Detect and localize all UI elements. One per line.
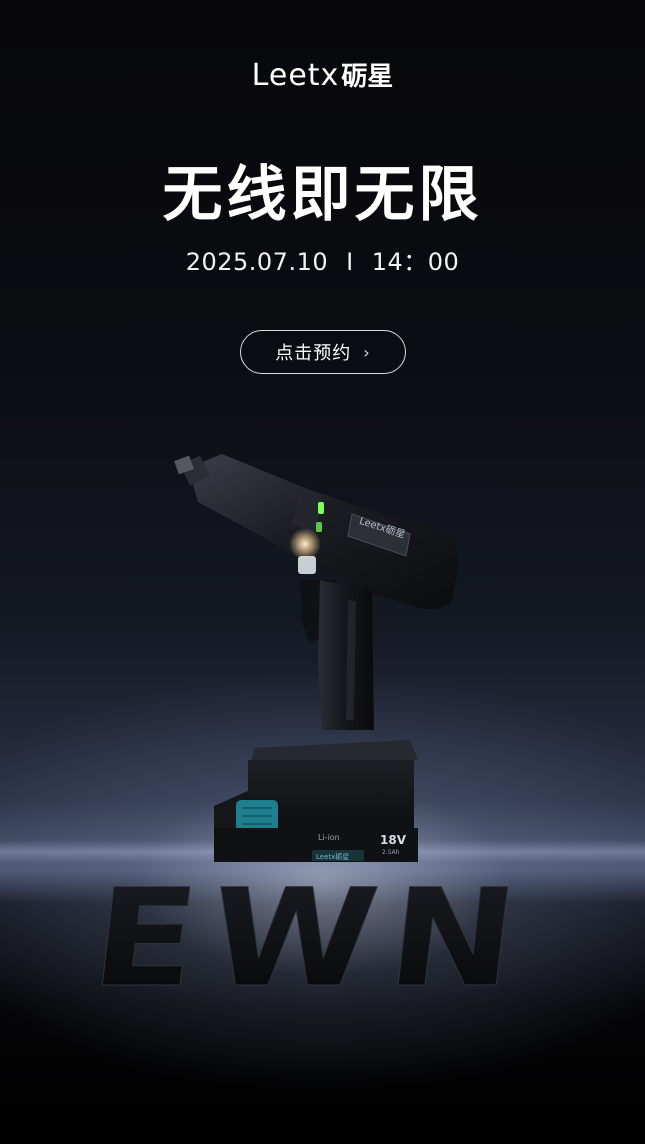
brand-logo-latin: Leetx [251, 58, 340, 93]
reserve-button[interactable]: 点击预约 › [240, 330, 406, 374]
reserve-button-label: 点击预约 [275, 343, 352, 364]
floor-lettering: EWN [84, 859, 539, 1018]
cordless-tool-image: Leetx砺星 Li-ion 18V 2.5Ah Leetx砺星 [174, 454, 459, 862]
poster: Leetx砺星 无线即无限 2025.07.10 I 14：00 点击预约 › [0, 0, 645, 1144]
event-separator: I [346, 248, 354, 276]
chevron-right-icon: › [363, 342, 371, 362]
battery-voltage-label: 18V [380, 833, 407, 847]
event-datetime: 2025.07.10 I 14：00 [0, 242, 645, 277]
event-time: 14：00 [371, 248, 460, 276]
floor-text: EWN [85, 860, 539, 1018]
brand-logo-cn: 砺星 [341, 62, 394, 92]
headline: 无线即无限 [162, 160, 483, 230]
event-date: 2025.07.10 [185, 248, 329, 276]
brand-logo: Leetx砺星 [0, 56, 645, 93]
indicator-led [318, 502, 324, 514]
battery-type-label: Li-ion [318, 833, 340, 842]
